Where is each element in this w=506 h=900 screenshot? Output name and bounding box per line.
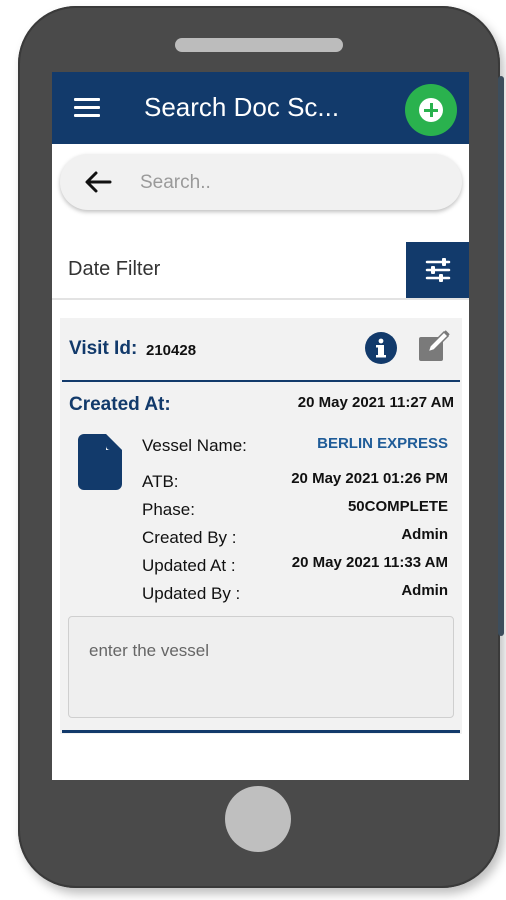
search-bar bbox=[60, 154, 462, 210]
add-circle-icon bbox=[419, 98, 443, 122]
date-filter-label: Date Filter bbox=[68, 258, 161, 280]
created-by-value: Admin bbox=[401, 526, 448, 543]
updated-at-label: Updated At : bbox=[142, 556, 236, 575]
menu-icon[interactable] bbox=[74, 98, 100, 118]
edit-icon[interactable] bbox=[416, 330, 450, 364]
back-arrow-icon[interactable] bbox=[84, 170, 112, 194]
phase-label: Phase: bbox=[142, 500, 195, 519]
document-icon bbox=[78, 434, 122, 490]
card-divider bbox=[62, 380, 460, 382]
created-at-value: 20 May 2021 11:27 AM bbox=[297, 394, 454, 411]
created-at-label: Created At: bbox=[69, 394, 171, 415]
date-filter-row[interactable]: Date Filter bbox=[52, 242, 469, 300]
updated-by-label: Updated By : bbox=[142, 584, 241, 603]
sliders-icon bbox=[425, 258, 451, 282]
visit-id-label: Visit Id: bbox=[69, 338, 138, 359]
info-icon[interactable] bbox=[365, 332, 397, 364]
search-input[interactable] bbox=[138, 166, 442, 200]
visit-id-value: 210428 bbox=[146, 342, 197, 359]
visit-card: Visit Id: 210428 Created At: 20 May 2021… bbox=[60, 318, 462, 734]
phone-side-edge bbox=[498, 76, 504, 636]
card-bottom-border bbox=[62, 730, 460, 733]
vessel-input-placeholder: enter the vessel bbox=[89, 641, 210, 660]
phase-value: 50COMPLETE bbox=[347, 498, 448, 515]
vessel-name-label: Vessel Name: bbox=[142, 436, 247, 455]
atb-value: 20 May 2021 01:26 PM bbox=[291, 470, 448, 487]
app-bar: Search Doc Sc... bbox=[52, 72, 469, 144]
created-by-label: Created By : bbox=[142, 528, 237, 547]
phone-home-button[interactable] bbox=[225, 786, 291, 852]
vessel-input[interactable]: enter the vessel bbox=[68, 616, 454, 718]
updated-by-value: Admin bbox=[401, 582, 448, 599]
page-title: Search Doc Sc... bbox=[144, 92, 340, 122]
app-screen: Search Doc Sc... Date Filter bbox=[52, 72, 469, 780]
phone-speaker bbox=[175, 38, 343, 52]
add-button[interactable] bbox=[405, 84, 457, 136]
updated-at-value: 20 May 2021 11:33 AM bbox=[291, 554, 448, 571]
filter-button[interactable] bbox=[406, 242, 469, 298]
vessel-name-value: BERLIN EXPRESS bbox=[317, 435, 448, 452]
atb-label: ATB: bbox=[142, 472, 179, 491]
